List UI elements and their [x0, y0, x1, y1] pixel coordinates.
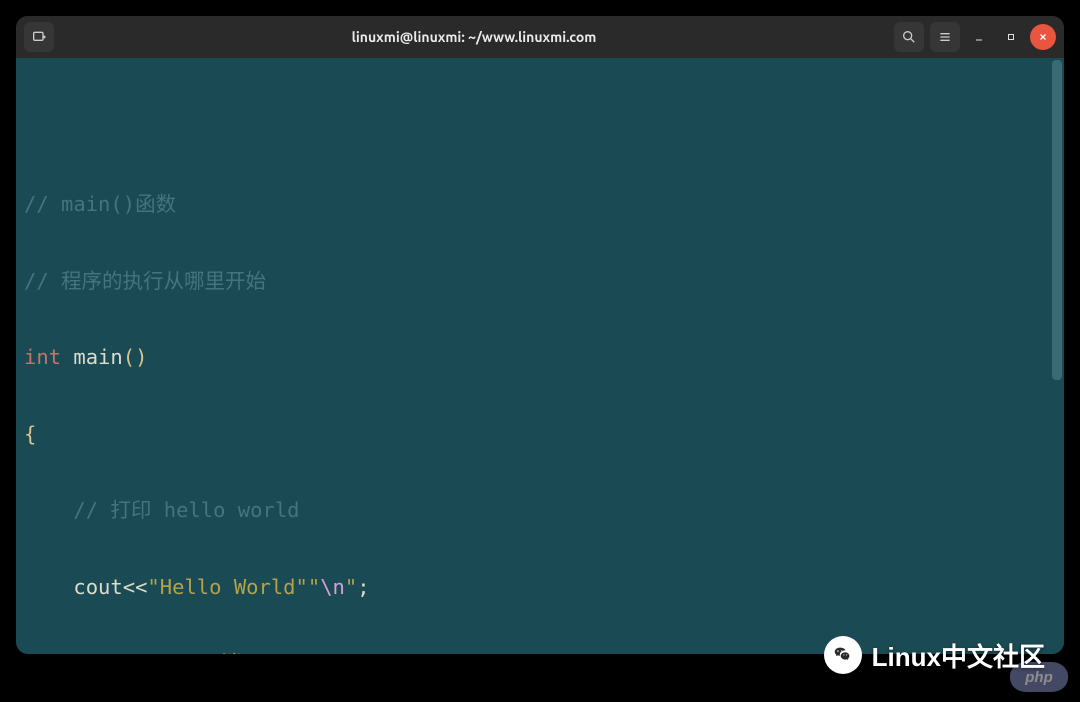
- vim-editor[interactable]: // main()函数 // 程序的执行从哪里开始 int main() { /…: [16, 58, 1050, 654]
- terminal-content: // main()函数 // 程序的执行从哪里开始 int main() { /…: [16, 58, 1064, 654]
- close-icon: [1037, 31, 1049, 43]
- hamburger-icon: [937, 29, 953, 45]
- maximize-icon: [1005, 31, 1017, 43]
- close-button[interactable]: [1030, 24, 1056, 50]
- code-line: int main(): [20, 345, 1050, 371]
- code-line: // 打印 hello world: [20, 498, 1050, 524]
- search-icon: [901, 29, 917, 45]
- new-tab-button[interactable]: [24, 22, 54, 52]
- menu-button[interactable]: [930, 22, 960, 52]
- scrollbar-thumb[interactable]: [1052, 60, 1062, 380]
- maximize-button[interactable]: [998, 24, 1024, 50]
- code-line: cout<<"Hello World""\n";: [20, 575, 1050, 601]
- minimize-icon: [973, 31, 985, 43]
- search-button[interactable]: [894, 22, 924, 52]
- watermark-text: Linux中文社区: [872, 637, 1045, 674]
- scrollbar[interactable]: [1050, 58, 1064, 654]
- code-line: {: [20, 422, 1050, 448]
- code-line: // main()函数: [20, 192, 1050, 218]
- window-title: linuxmi@linuxmi: ~/www.linuxmi.com: [60, 29, 888, 45]
- minimize-button[interactable]: [966, 24, 992, 50]
- wechat-icon: [824, 636, 862, 674]
- titlebar: linuxmi@linuxmi: ~/www.linuxmi.com: [16, 16, 1064, 58]
- new-tab-icon: [31, 29, 47, 45]
- code-line: // 程序的执行从哪里开始: [20, 269, 1050, 295]
- terminal-window: linuxmi@linuxmi: ~/www.linuxmi.com // ma…: [16, 16, 1064, 654]
- watermark: Linux中文社区: [824, 636, 1045, 674]
